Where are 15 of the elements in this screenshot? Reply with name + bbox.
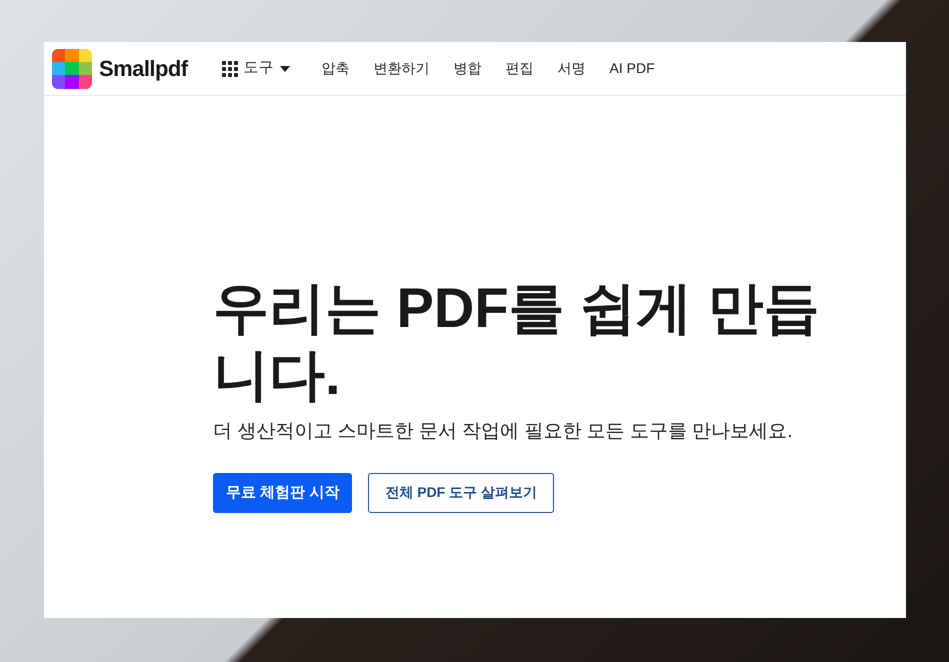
nav-link[interactable]: 편집 bbox=[506, 58, 534, 79]
logo-icon bbox=[52, 48, 92, 88]
caret-icon bbox=[280, 66, 290, 72]
start-trial-button[interactable]: 무료 체험판 시작 bbox=[213, 472, 352, 513]
subtitle: 더 생산적이고 스마트한 문서 작업에 필요한 모든 도구를 만나보세요. bbox=[213, 420, 794, 444]
nav-link[interactable]: 압축 bbox=[322, 58, 350, 79]
explore-tools-button[interactable]: 전체 PDF 도구 살펴보기 bbox=[368, 472, 554, 513]
nav-link[interactable]: AI PDF bbox=[610, 58, 655, 79]
grid-icon bbox=[222, 60, 238, 76]
brand-name: Smallpdf bbox=[99, 55, 188, 83]
headline: 우리는 PDF를 쉽게 만듭니다. bbox=[213, 275, 821, 408]
nav-link[interactable]: 서명 bbox=[558, 58, 586, 79]
nav-link[interactable]: 병합 bbox=[454, 58, 482, 79]
nav-link[interactable]: 변환하기 bbox=[374, 58, 430, 79]
tools-menu-button[interactable]: 도구 bbox=[222, 57, 290, 80]
